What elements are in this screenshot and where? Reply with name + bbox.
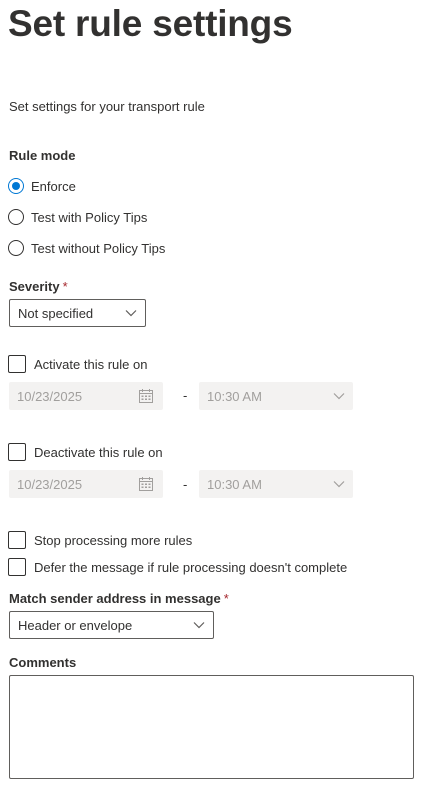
deactivate-date-value: 10/23/2025 [17,476,83,492]
severity-dropdown-value: Not specified [18,305,94,321]
activate-date-picker: 10/23/2025 [9,382,163,410]
comments-textarea[interactable] [9,675,414,779]
stop-processing-checkbox[interactable] [8,531,26,549]
radio-test-with-policy-tips[interactable]: Test with Policy Tips [8,207,147,227]
deactivate-time-dropdown: 10:30 AM [199,470,353,498]
stop-processing-checkbox-row[interactable]: Stop processing more rules [8,530,192,550]
deactivate-date-picker: 10/23/2025 [9,470,163,498]
radio-enforce-label: Enforce [31,178,76,194]
deactivate-rule-checkbox-row[interactable]: Deactivate this rule on [8,442,163,462]
comments-label: Comments [9,655,77,670]
activate-time-dropdown: 10:30 AM [199,382,353,410]
defer-message-checkbox-row[interactable]: Defer the message if rule processing doe… [8,557,347,577]
match-sender-dropdown-value: Header or envelope [18,617,133,633]
defer-message-label: Defer the message if rule processing doe… [34,559,348,575]
required-marker: * [62,279,68,294]
radio-test-with-policy-tips-circle[interactable] [8,209,24,225]
activate-date-time-separator: - [183,388,188,403]
stop-processing-label: Stop processing more rules [34,532,193,548]
severity-label-text: Severity [9,279,60,294]
radio-test-without-policy-tips[interactable]: Test without Policy Tips [8,238,165,258]
chevron-down-icon [333,391,345,401]
deactivate-rule-label: Deactivate this rule on [34,444,163,460]
match-sender-label-text: Match sender address in message [9,591,221,606]
activate-rule-checkbox-row[interactable]: Activate this rule on [8,354,147,374]
deactivate-time-value: 10:30 AM [207,476,262,492]
page-title: Set rule settings [8,3,293,44]
calendar-icon [139,389,153,403]
match-sender-dropdown[interactable]: Header or envelope [9,611,214,639]
radio-test-without-policy-tips-circle[interactable] [8,240,24,256]
chevron-down-icon [125,308,137,318]
required-marker: * [223,591,229,606]
match-sender-label: Match sender address in message * [9,591,229,606]
chevron-down-icon [193,620,205,630]
activate-date-value: 10/23/2025 [17,388,83,404]
rule-mode-label: Rule mode [9,148,76,163]
activate-rule-checkbox[interactable] [8,355,26,373]
severity-label: Severity * [9,279,68,294]
chevron-down-icon [333,479,345,489]
radio-test-with-policy-tips-label: Test with Policy Tips [31,209,148,225]
deactivate-date-time-separator: - [183,477,188,492]
page-description: Set settings for your transport rule [9,99,205,114]
calendar-icon [139,477,153,491]
activate-time-value: 10:30 AM [207,388,262,404]
radio-enforce[interactable]: Enforce [8,176,76,196]
severity-dropdown[interactable]: Not specified [9,299,146,327]
defer-message-checkbox[interactable] [8,558,26,576]
activate-rule-label: Activate this rule on [34,356,148,372]
deactivate-rule-checkbox[interactable] [8,443,26,461]
radio-test-without-policy-tips-label: Test without Policy Tips [31,240,166,256]
radio-enforce-circle[interactable] [8,178,24,194]
